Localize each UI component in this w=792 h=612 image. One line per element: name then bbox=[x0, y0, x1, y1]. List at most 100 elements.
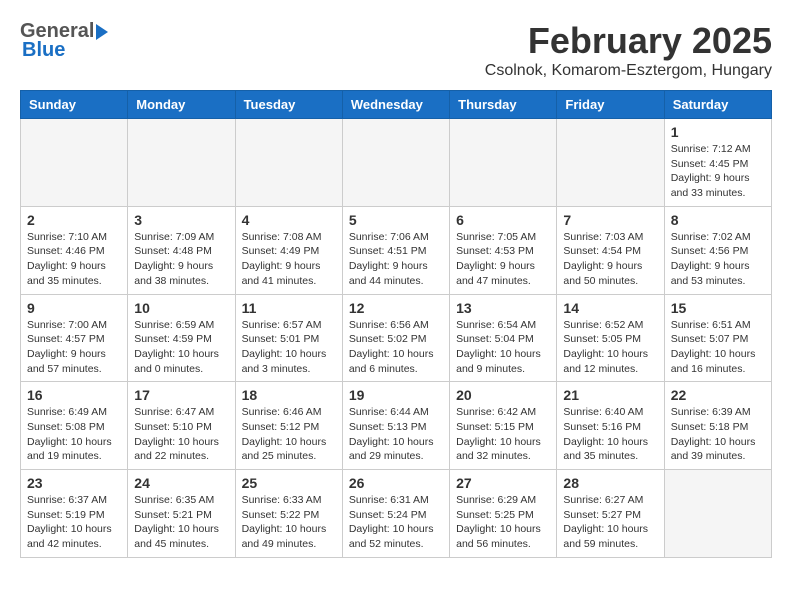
day-number: 13 bbox=[456, 300, 550, 316]
day-info-text: Sunrise: 7:00 AMSunset: 4:57 PMDaylight:… bbox=[27, 318, 121, 377]
day-number: 1 bbox=[671, 124, 765, 140]
day-info-text: Sunrise: 6:57 AMSunset: 5:01 PMDaylight:… bbox=[242, 318, 336, 377]
day-number: 25 bbox=[242, 475, 336, 491]
logo-chevron-icon bbox=[96, 24, 108, 40]
table-row: 17 Sunrise: 6:47 AMSunset: 5:10 PMDayligh… bbox=[128, 382, 235, 470]
table-row: 3 Sunrise: 7:09 AMSunset: 4:48 PMDaylight… bbox=[128, 206, 235, 294]
col-monday: Monday bbox=[128, 91, 235, 119]
table-row: 1 Sunrise: 7:12 AMSunset: 4:45 PMDaylight… bbox=[664, 119, 771, 207]
table-row: 8 Sunrise: 7:02 AMSunset: 4:56 PMDaylight… bbox=[664, 206, 771, 294]
col-wednesday: Wednesday bbox=[342, 91, 449, 119]
table-row: 16 Sunrise: 6:49 AMSunset: 5:08 PMDayligh… bbox=[21, 382, 128, 470]
day-info-text: Sunrise: 7:10 AMSunset: 4:46 PMDaylight:… bbox=[27, 230, 121, 289]
day-info-text: Sunrise: 6:47 AMSunset: 5:10 PMDaylight:… bbox=[134, 405, 228, 464]
table-row: 18Sunrise: 6:46 AMSunset: 5:12 PMDayligh… bbox=[235, 382, 342, 470]
day-number: 14 bbox=[563, 300, 657, 316]
day-info-text: Sunrise: 6:35 AMSunset: 5:21 PMDaylight:… bbox=[134, 493, 228, 552]
table-row: 2 Sunrise: 7:10 AMSunset: 4:46 PMDaylight… bbox=[21, 206, 128, 294]
day-number: 19 bbox=[349, 387, 443, 403]
table-row: 26Sunrise: 6:31 AMSunset: 5:24 PMDayligh… bbox=[342, 470, 449, 558]
table-row: 23 Sunrise: 6:37 AMSunset: 5:19 PMDayligh… bbox=[21, 470, 128, 558]
table-row: 11 Sunrise: 6:57 AMSunset: 5:01 PMDayligh… bbox=[235, 294, 342, 382]
day-number: 5 bbox=[349, 212, 443, 228]
day-number: 4 bbox=[242, 212, 336, 228]
table-row: 4 Sunrise: 7:08 AMSunset: 4:49 PMDaylight… bbox=[235, 206, 342, 294]
table-row: 24 Sunrise: 6:35 AMSunset: 5:21 PMDayligh… bbox=[128, 470, 235, 558]
calendar-week-row: 16 Sunrise: 6:49 AMSunset: 5:08 PMDayligh… bbox=[21, 382, 772, 470]
day-info-text: Sunrise: 7:05 AMSunset: 4:53 PMDaylight:… bbox=[456, 230, 550, 289]
table-row: 10 Sunrise: 6:59 AMSunset: 4:59 PMDayligh… bbox=[128, 294, 235, 382]
day-number: 22 bbox=[671, 387, 765, 403]
day-info-text: Sunrise: 6:39 AMSunset: 5:18 PMDaylight:… bbox=[671, 405, 765, 464]
day-info-text: Sunrise: 7:12 AMSunset: 4:45 PMDaylight:… bbox=[671, 142, 765, 201]
day-info-text: Sunrise: 7:03 AMSunset: 4:54 PMDaylight:… bbox=[563, 230, 657, 289]
day-info-text: Sunrise: 6:27 AMSunset: 5:27 PMDaylight:… bbox=[563, 493, 657, 552]
day-info-text: Sunrise: 6:54 AMSunset: 5:04 PMDaylight:… bbox=[456, 318, 550, 377]
day-info-text: Sunrise: 6:31 AMSunset: 5:24 PMDaylight:… bbox=[349, 493, 443, 552]
day-number: 3 bbox=[134, 212, 228, 228]
table-row: 12 Sunrise: 6:56 AMSunset: 5:02 PMDayligh… bbox=[342, 294, 449, 382]
title-block: February 2025 Csolnok, Komarom-Esztergom… bbox=[485, 20, 772, 80]
table-row: 27 Sunrise: 6:29 AMSunset: 5:25 PMDayligh… bbox=[450, 470, 557, 558]
day-info-text: Sunrise: 6:33 AMSunset: 5:22 PMDaylight:… bbox=[242, 493, 336, 552]
table-row: 7 Sunrise: 7:03 AMSunset: 4:54 PMDaylight… bbox=[557, 206, 664, 294]
col-sunday: Sunday bbox=[21, 91, 128, 119]
col-tuesday: Tuesday bbox=[235, 91, 342, 119]
day-info-text: Sunrise: 6:44 AMSunset: 5:13 PMDaylight:… bbox=[349, 405, 443, 464]
day-number: 16 bbox=[27, 387, 121, 403]
day-number: 18 bbox=[242, 387, 336, 403]
day-number: 23 bbox=[27, 475, 121, 491]
day-info-text: Sunrise: 6:49 AMSunset: 5:08 PMDaylight:… bbox=[27, 405, 121, 464]
calendar-week-row: 9 Sunrise: 7:00 AMSunset: 4:57 PMDaylight… bbox=[21, 294, 772, 382]
calendar-week-row: 1 Sunrise: 7:12 AMSunset: 4:45 PMDaylight… bbox=[21, 119, 772, 207]
day-number: 8 bbox=[671, 212, 765, 228]
day-info-text: Sunrise: 7:06 AMSunset: 4:51 PMDaylight:… bbox=[349, 230, 443, 289]
day-number: 6 bbox=[456, 212, 550, 228]
day-info-text: Sunrise: 7:08 AMSunset: 4:49 PMDaylight:… bbox=[242, 230, 336, 289]
table-row bbox=[235, 119, 342, 207]
day-number: 11 bbox=[242, 300, 336, 316]
day-info-text: Sunrise: 6:42 AMSunset: 5:15 PMDaylight:… bbox=[456, 405, 550, 464]
day-number: 2 bbox=[27, 212, 121, 228]
day-number: 28 bbox=[563, 475, 657, 491]
col-saturday: Saturday bbox=[664, 91, 771, 119]
day-number: 10 bbox=[134, 300, 228, 316]
month-year-title: February 2025 bbox=[485, 20, 772, 62]
day-info-text: Sunrise: 7:09 AMSunset: 4:48 PMDaylight:… bbox=[134, 230, 228, 289]
table-row: 6 Sunrise: 7:05 AMSunset: 4:53 PMDaylight… bbox=[450, 206, 557, 294]
calendar-week-row: 2 Sunrise: 7:10 AMSunset: 4:46 PMDaylight… bbox=[21, 206, 772, 294]
day-number: 12 bbox=[349, 300, 443, 316]
table-row bbox=[128, 119, 235, 207]
table-row: 22 Sunrise: 6:39 AMSunset: 5:18 PMDayligh… bbox=[664, 382, 771, 470]
day-info-text: Sunrise: 6:52 AMSunset: 5:05 PMDaylight:… bbox=[563, 318, 657, 377]
day-number: 21 bbox=[563, 387, 657, 403]
day-info-text: Sunrise: 7:02 AMSunset: 4:56 PMDaylight:… bbox=[671, 230, 765, 289]
table-row bbox=[664, 470, 771, 558]
table-row: 25 Sunrise: 6:33 AMSunset: 5:22 PMDayligh… bbox=[235, 470, 342, 558]
logo-blue-text: Blue bbox=[22, 39, 65, 61]
day-number: 9 bbox=[27, 300, 121, 316]
day-info-text: Sunrise: 6:29 AMSunset: 5:25 PMDaylight:… bbox=[456, 493, 550, 552]
location-subtitle: Csolnok, Komarom-Esztergom, Hungary bbox=[485, 62, 772, 80]
day-number: 15 bbox=[671, 300, 765, 316]
table-row: 15 Sunrise: 6:51 AMSunset: 5:07 PMDayligh… bbox=[664, 294, 771, 382]
table-row: 9 Sunrise: 7:00 AMSunset: 4:57 PMDaylight… bbox=[21, 294, 128, 382]
day-number: 27 bbox=[456, 475, 550, 491]
logo: General Blue bbox=[20, 20, 108, 62]
table-row: 28 Sunrise: 6:27 AMSunset: 5:27 PMDayligh… bbox=[557, 470, 664, 558]
day-info-text: Sunrise: 6:51 AMSunset: 5:07 PMDaylight:… bbox=[671, 318, 765, 377]
day-number: 17 bbox=[134, 387, 228, 403]
day-number: 24 bbox=[134, 475, 228, 491]
day-number: 7 bbox=[563, 212, 657, 228]
day-info-text: Sunrise: 6:56 AMSunset: 5:02 PMDaylight:… bbox=[349, 318, 443, 377]
table-row: 21Sunrise: 6:40 AMSunset: 5:16 PMDayligh… bbox=[557, 382, 664, 470]
col-thursday: Thursday bbox=[450, 91, 557, 119]
day-info-text: Sunrise: 6:59 AMSunset: 4:59 PMDaylight:… bbox=[134, 318, 228, 377]
table-row bbox=[342, 119, 449, 207]
table-row bbox=[450, 119, 557, 207]
table-row: 14 Sunrise: 6:52 AMSunset: 5:05 PMDayligh… bbox=[557, 294, 664, 382]
calendar-table: Sunday Monday Tuesday Wednesday Thursday… bbox=[20, 90, 772, 558]
table-row bbox=[21, 119, 128, 207]
day-info-text: Sunrise: 6:37 AMSunset: 5:19 PMDaylight:… bbox=[27, 493, 121, 552]
table-row: 19 Sunrise: 6:44 AMSunset: 5:13 PMDayligh… bbox=[342, 382, 449, 470]
